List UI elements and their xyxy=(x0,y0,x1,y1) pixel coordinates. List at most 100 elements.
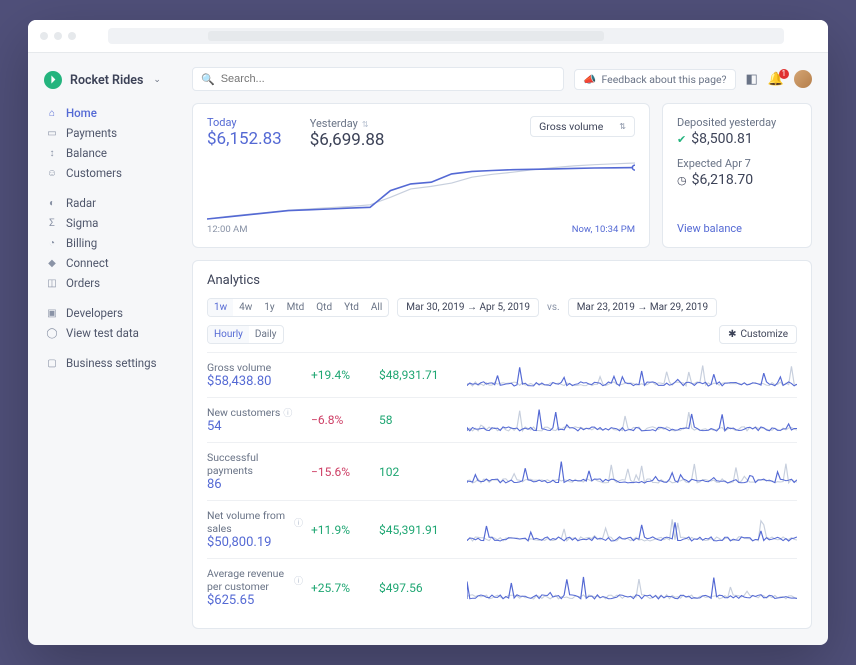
bookmark-icon[interactable]: ◧ xyxy=(746,72,758,87)
topbar: 🔍 📣 Feedback about this page? ◧ 🔔1 xyxy=(192,67,812,91)
connect-icon: ◆ xyxy=(46,258,58,269)
date-range-primary[interactable]: Mar 30, 2019 → Apr 5, 2019 xyxy=(397,298,539,317)
nav-radar[interactable]: ◐Radar xyxy=(36,193,184,213)
brand-logo-icon: ⏵ xyxy=(44,71,62,89)
search-box[interactable]: 🔍 xyxy=(192,67,564,91)
nav-balance[interactable]: ↕Balance xyxy=(36,143,184,163)
nav-sigma[interactable]: ΣSigma xyxy=(36,213,184,233)
primary-nav: ⌂Home ▭Payments ↕Balance ☺Customers ◐Rad… xyxy=(36,103,184,373)
search-input[interactable] xyxy=(221,73,556,85)
settings-icon: ▢ xyxy=(46,358,58,369)
today-column: Today $6,152.83 xyxy=(207,116,282,149)
view-balance-link[interactable]: View balance xyxy=(677,222,797,235)
metric-row: Average revenue per customer ⓘ$625.65+25… xyxy=(207,558,797,616)
customize-button[interactable]: ✱ Customize xyxy=(719,325,797,344)
deposit-card: Deposited yesterday ✔$8,500.81 Expected … xyxy=(662,103,812,248)
info-icon[interactable]: ⓘ xyxy=(283,406,292,419)
nav-business-settings[interactable]: ▢Business settings xyxy=(36,353,184,373)
metric-delta: +19.4% xyxy=(311,368,371,382)
metric-value: 86 xyxy=(207,477,303,492)
timeframe-qtd[interactable]: Qtd xyxy=(310,299,338,316)
code-icon: ▣ xyxy=(46,308,58,319)
info-icon[interactable]: ⓘ xyxy=(294,516,303,529)
timeframe-1y[interactable]: 1y xyxy=(258,299,280,316)
window-dots[interactable] xyxy=(40,32,76,40)
volume-metric-select[interactable]: Gross volume ⇅ xyxy=(530,116,635,137)
volume-card: Today $6,152.83 Yesterday⇅ $6,699.88 Gro… xyxy=(192,103,650,248)
metric-value: $625.65 xyxy=(207,593,303,608)
yesterday-column: Yesterday⇅ $6,699.88 xyxy=(310,116,385,150)
timeframe-1w[interactable]: 1w xyxy=(208,299,233,316)
volume-chart xyxy=(207,160,635,222)
sort-icon[interactable]: ⇅ xyxy=(362,120,369,129)
sigma-icon: Σ xyxy=(46,218,58,229)
timeframe-all[interactable]: All xyxy=(365,299,388,316)
feedback-button[interactable]: 📣 Feedback about this page? xyxy=(574,69,735,90)
metric-value: $58,438.80 xyxy=(207,374,303,389)
metric-label: New customers ⓘ xyxy=(207,406,303,419)
avatar[interactable] xyxy=(794,70,812,88)
metrics-list: Gross volume$58,438.80+19.4%$48,931.71Ne… xyxy=(207,352,797,616)
app-window: ⏵ Rocket Rides ⌄ ⌂Home ▭Payments ↕Balanc… xyxy=(28,20,828,645)
analytics-title: Analytics xyxy=(207,273,797,288)
timeframe-segmented[interactable]: 1w4w1yMtdQtdYtdAll xyxy=(207,298,389,317)
metric-value: $50,800.19 xyxy=(207,535,303,550)
gear-icon: ✱ xyxy=(728,329,736,340)
nav-customers[interactable]: ☺Customers xyxy=(36,163,184,183)
x-axis-end: Now, 10:34 PM xyxy=(572,224,635,235)
brand-name: Rocket Rides xyxy=(70,73,143,88)
nav-view-test-data[interactable]: ◯View test data xyxy=(36,323,184,343)
nav-orders[interactable]: ◫Orders xyxy=(36,273,184,293)
home-icon: ⌂ xyxy=(46,108,58,119)
timeframe-mtd[interactable]: Mtd xyxy=(281,299,311,316)
granularity-segmented[interactable]: HourlyDaily xyxy=(207,325,284,344)
metric-sparkline xyxy=(467,574,797,602)
nav-developers[interactable]: ▣Developers xyxy=(36,303,184,323)
search-icon: 🔍 xyxy=(201,73,215,86)
metric-delta: −15.6% xyxy=(311,465,371,479)
metric-row: New customers ⓘ54−6.8%58 xyxy=(207,397,797,442)
nav-home[interactable]: ⌂Home xyxy=(36,103,184,123)
users-icon: ☺ xyxy=(46,168,58,179)
metric-label: Net volume from sales ⓘ xyxy=(207,509,303,535)
toggle-icon: ◯ xyxy=(46,328,58,339)
metric-delta: +25.7% xyxy=(311,581,371,595)
metric-sparkline xyxy=(467,516,797,544)
metric-delta: −6.8% xyxy=(311,413,371,427)
sidebar: ⏵ Rocket Rides ⌄ ⌂Home ▭Payments ↕Balanc… xyxy=(28,53,192,645)
card-icon: ▭ xyxy=(46,128,58,139)
metric-label: Successful payments xyxy=(207,451,303,477)
timeframe-ytd[interactable]: Ytd xyxy=(338,299,365,316)
nav-billing[interactable]: ◔Billing xyxy=(36,233,184,253)
metric-compare: $45,391.91 xyxy=(379,523,459,537)
browser-chrome xyxy=(28,20,828,53)
address-bar[interactable] xyxy=(108,28,784,44)
check-icon: ✔ xyxy=(677,133,686,146)
notifications-button[interactable]: 🔔1 xyxy=(768,72,784,87)
timeframe-4w[interactable]: 4w xyxy=(233,299,258,316)
metric-sparkline xyxy=(467,458,797,486)
metric-value: 54 xyxy=(207,419,303,434)
metric-compare: $497.56 xyxy=(379,581,459,595)
granularity-hourly[interactable]: Hourly xyxy=(208,326,249,343)
today-amount: $6,152.83 xyxy=(207,129,282,149)
notification-badge: 1 xyxy=(779,69,790,79)
nav-connect[interactable]: ◆Connect xyxy=(36,253,184,273)
radar-icon: ◐ xyxy=(46,198,58,209)
info-icon[interactable]: ⓘ xyxy=(294,574,303,587)
main-content: 🔍 📣 Feedback about this page? ◧ 🔔1 Today xyxy=(192,53,828,645)
metric-row: Gross volume$58,438.80+19.4%$48,931.71 xyxy=(207,352,797,397)
megaphone-icon: 📣 xyxy=(583,73,596,86)
nav-payments[interactable]: ▭Payments xyxy=(36,123,184,143)
metric-sparkline xyxy=(467,406,797,434)
metric-row: Successful payments86 −15.6% 102 xyxy=(207,442,797,500)
metric-sparkline xyxy=(467,361,797,389)
metric-compare: 102 xyxy=(379,465,459,479)
metric-delta: +11.9% xyxy=(311,523,371,537)
account-switcher[interactable]: ⏵ Rocket Rides ⌄ xyxy=(36,67,184,103)
x-axis-start: 12:00 AM xyxy=(207,224,248,235)
billing-icon: ◔ xyxy=(46,238,58,249)
granularity-daily[interactable]: Daily xyxy=(249,326,283,343)
date-range-compare[interactable]: Mar 23, 2019 → Mar 29, 2019 xyxy=(568,298,717,317)
yesterday-amount: $6,699.88 xyxy=(310,130,385,150)
